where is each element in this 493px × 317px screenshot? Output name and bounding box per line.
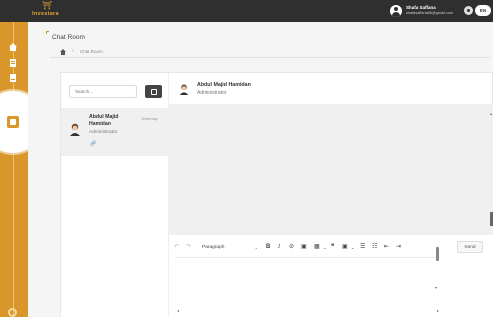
message-editor[interactable] [175, 257, 439, 307]
scroll-down-icon[interactable]: ▾ [435, 285, 437, 290]
table-dropdown-icon[interactable]: ⌄ [323, 241, 326, 254]
paragraph-select[interactable]: Paragraph ⌄ [202, 242, 260, 253]
report-icon[interactable] [8, 73, 18, 83]
document-icon[interactable] [8, 58, 18, 68]
breadcrumb-separator: › [72, 48, 74, 54]
message-composer: ↶ ↷ Paragraph ⌄ B I ⊘ ▣ ▦ ⌄ ❝ ▣ ⌄ ☰ ☷ ⇤ … [169, 235, 493, 317]
indent-icon[interactable]: ⇥ [396, 241, 401, 254]
contact-avatar [70, 123, 80, 136]
scroll-left-icon[interactable]: ◂ [177, 308, 179, 313]
breadcrumb-home-icon[interactable] [60, 49, 66, 55]
new-chat-button[interactable] [145, 85, 162, 98]
bold-button[interactable]: B [266, 241, 270, 254]
contact-list-item[interactable]: Abdul Majid Hamidan Administrator Yester… [61, 108, 169, 156]
table-icon[interactable]: ▦ [314, 241, 320, 254]
breadcrumb: › Chat Room [50, 47, 490, 58]
settings-gear-icon[interactable] [464, 6, 473, 15]
main-content: Chat Room › Chat Room Abdul Majid Hamida… [28, 22, 493, 317]
chat-card: Abdul Majid Hamidan Administrator Yester… [60, 72, 493, 317]
contact-name: Abdul Majid Hamidan [89, 114, 119, 127]
page-title: Chat Room [52, 34, 85, 41]
editor-vertical-scrollbar[interactable]: ▾ [435, 241, 439, 293]
search-input[interactable] [69, 85, 137, 98]
chat-contact-role: Administrator [197, 90, 227, 96]
image-icon[interactable]: ▣ [301, 241, 307, 254]
logo-mark-icon: ⛩ [42, 1, 53, 10]
editor-toolbar: ↶ ↷ Paragraph ⌄ B I ⊘ ▣ ▦ ⌄ ❝ ▣ ⌄ ☰ ☷ ⇤ … [174, 241, 444, 254]
media-icon[interactable]: ▣ [342, 241, 348, 254]
title-corner-mark [46, 31, 49, 34]
chat-icon [7, 116, 19, 128]
send-button[interactable]: Send [457, 241, 483, 253]
chat-contact-name: Abdul Majid Hamidan [197, 82, 251, 88]
home-icon[interactable] [8, 42, 18, 52]
logout-icon[interactable] [8, 308, 17, 317]
messages-area[interactable] [169, 105, 493, 235]
chat-avatar [179, 84, 189, 95]
italic-button[interactable]: I [278, 241, 280, 254]
user-name: Shafa Saffana [406, 5, 436, 10]
scroll-up-icon[interactable]: ▴ [490, 111, 492, 116]
sidebar [0, 22, 44, 317]
user-avatar-icon [390, 5, 402, 17]
language-toggle[interactable]: EN [475, 5, 491, 16]
outdent-icon[interactable]: ⇤ [384, 241, 389, 254]
quote-icon[interactable]: ❝ [331, 241, 334, 254]
contact-time: Yesterday [141, 117, 158, 121]
undo-icon[interactable]: ↶ [174, 241, 179, 254]
contact-role: Administrator [89, 130, 118, 135]
chat-header: Abdul Majid Hamidan Administrator [169, 73, 493, 105]
user-email: shafasaffana88@gmail.com [406, 11, 454, 15]
app-logo[interactable]: ⛩ Investara [30, 2, 64, 20]
chevron-down-icon: ⌄ [254, 245, 258, 250]
contacts-pane: Abdul Majid Hamidan Administrator Yester… [61, 73, 169, 317]
redo-icon[interactable]: ↷ [186, 241, 191, 254]
numbered-list-icon[interactable]: ☷ [372, 241, 377, 254]
logo-text: Investara [32, 11, 59, 17]
scroll-right-icon[interactable]: ▸ [437, 308, 439, 313]
bulleted-list-icon[interactable]: ☰ [360, 241, 365, 254]
media-dropdown-icon[interactable]: ⌄ [351, 241, 354, 254]
paragraph-label: Paragraph [202, 245, 225, 250]
top-bar: ⛩ Investara Shafa Saffana shafasaffana88… [0, 0, 493, 22]
breadcrumb-current: Chat Room [80, 49, 103, 54]
link-icon[interactable]: ⊘ [289, 241, 294, 254]
attachment-icon: 🔗 [90, 141, 97, 147]
editor-horizontal-scrollbar[interactable]: ◂ ▸ [177, 308, 439, 313]
editor-scroll-thumb[interactable] [436, 247, 439, 261]
